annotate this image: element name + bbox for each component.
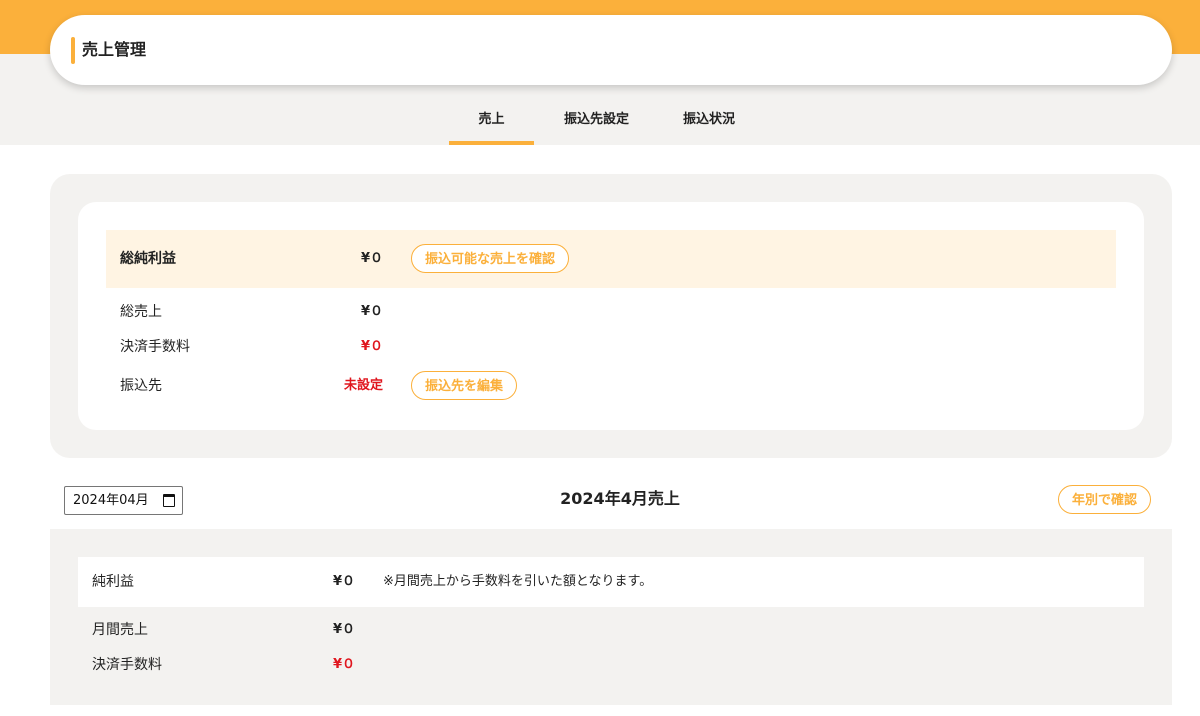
fee-label: 決済手数料 <box>120 339 190 355</box>
fee-row: 決済手数料 ¥０ <box>106 327 1116 367</box>
payee-label: 振込先 <box>120 378 162 394</box>
check-transferable-sales-button[interactable]: 振込可能な売上を確認 <box>411 244 570 273</box>
total-sales-label: 総売上 <box>120 304 162 320</box>
payee-value: 未設定 <box>343 378 383 393</box>
net-profit-total-value: ¥０ <box>360 251 383 266</box>
net-profit-value: ¥０ <box>332 574 355 589</box>
monthly-fee-label: 決済手数料 <box>92 657 162 673</box>
monthly-sales-row: 月間売上 ¥０ <box>78 610 1144 650</box>
net-profit-row: 純利益 ¥０ ※月間売上から手数料を引いた額となります。 <box>78 557 1144 607</box>
summary-panel: 総純利益 ¥０ 振込可能な売上を確認 総売上 ¥０ 決済手数料 ¥０ 振込先 未… <box>50 174 1172 458</box>
payee-row: 振込先 未設定 振込先を編集 <box>106 366 1116 406</box>
net-profit-note: ※月間売上から手数料を引いた額となります。 <box>383 574 653 589</box>
view-by-year-button[interactable]: 年別で確認 <box>1058 485 1152 514</box>
tab-transfer-status[interactable]: 振込状況 <box>659 100 759 145</box>
page-title: 売上管理 <box>82 40 147 59</box>
net-profit-label: 純利益 <box>92 574 134 590</box>
tab-bar: 売上 振込先設定 振込状況 <box>449 100 759 145</box>
monthly-sales-label: 月間売上 <box>92 622 148 638</box>
net-profit-total-label: 総純利益 <box>120 251 176 267</box>
tab-payee-settings[interactable]: 振込先設定 <box>534 100 659 145</box>
fee-value: ¥０ <box>360 339 383 354</box>
net-profit-total-row: 総純利益 ¥０ 振込可能な売上を確認 <box>106 230 1116 288</box>
total-sales-value: ¥０ <box>360 304 383 319</box>
title-accent-bar <box>71 37 75 64</box>
header-card: 売上管理 <box>50 15 1172 85</box>
tab-sales[interactable]: 売上 <box>449 100 534 145</box>
edit-payee-button[interactable]: 振込先を編集 <box>411 371 518 400</box>
monthly-sales-value: ¥０ <box>332 622 355 637</box>
total-sales-row: 総売上 ¥０ <box>106 292 1116 332</box>
summary-card: 総純利益 ¥０ 振込可能な売上を確認 総売上 ¥０ 決済手数料 ¥０ 振込先 未… <box>78 202 1144 430</box>
monthly-fee-row: 決済手数料 ¥０ <box>78 645 1144 685</box>
monthly-fee-value: ¥０ <box>332 657 355 672</box>
monthly-sales-title: 2024年4月売上 <box>560 489 680 508</box>
monthly-panel: 純利益 ¥０ ※月間売上から手数料を引いた額となります。 月間売上 ¥０ 決済手… <box>50 529 1172 705</box>
